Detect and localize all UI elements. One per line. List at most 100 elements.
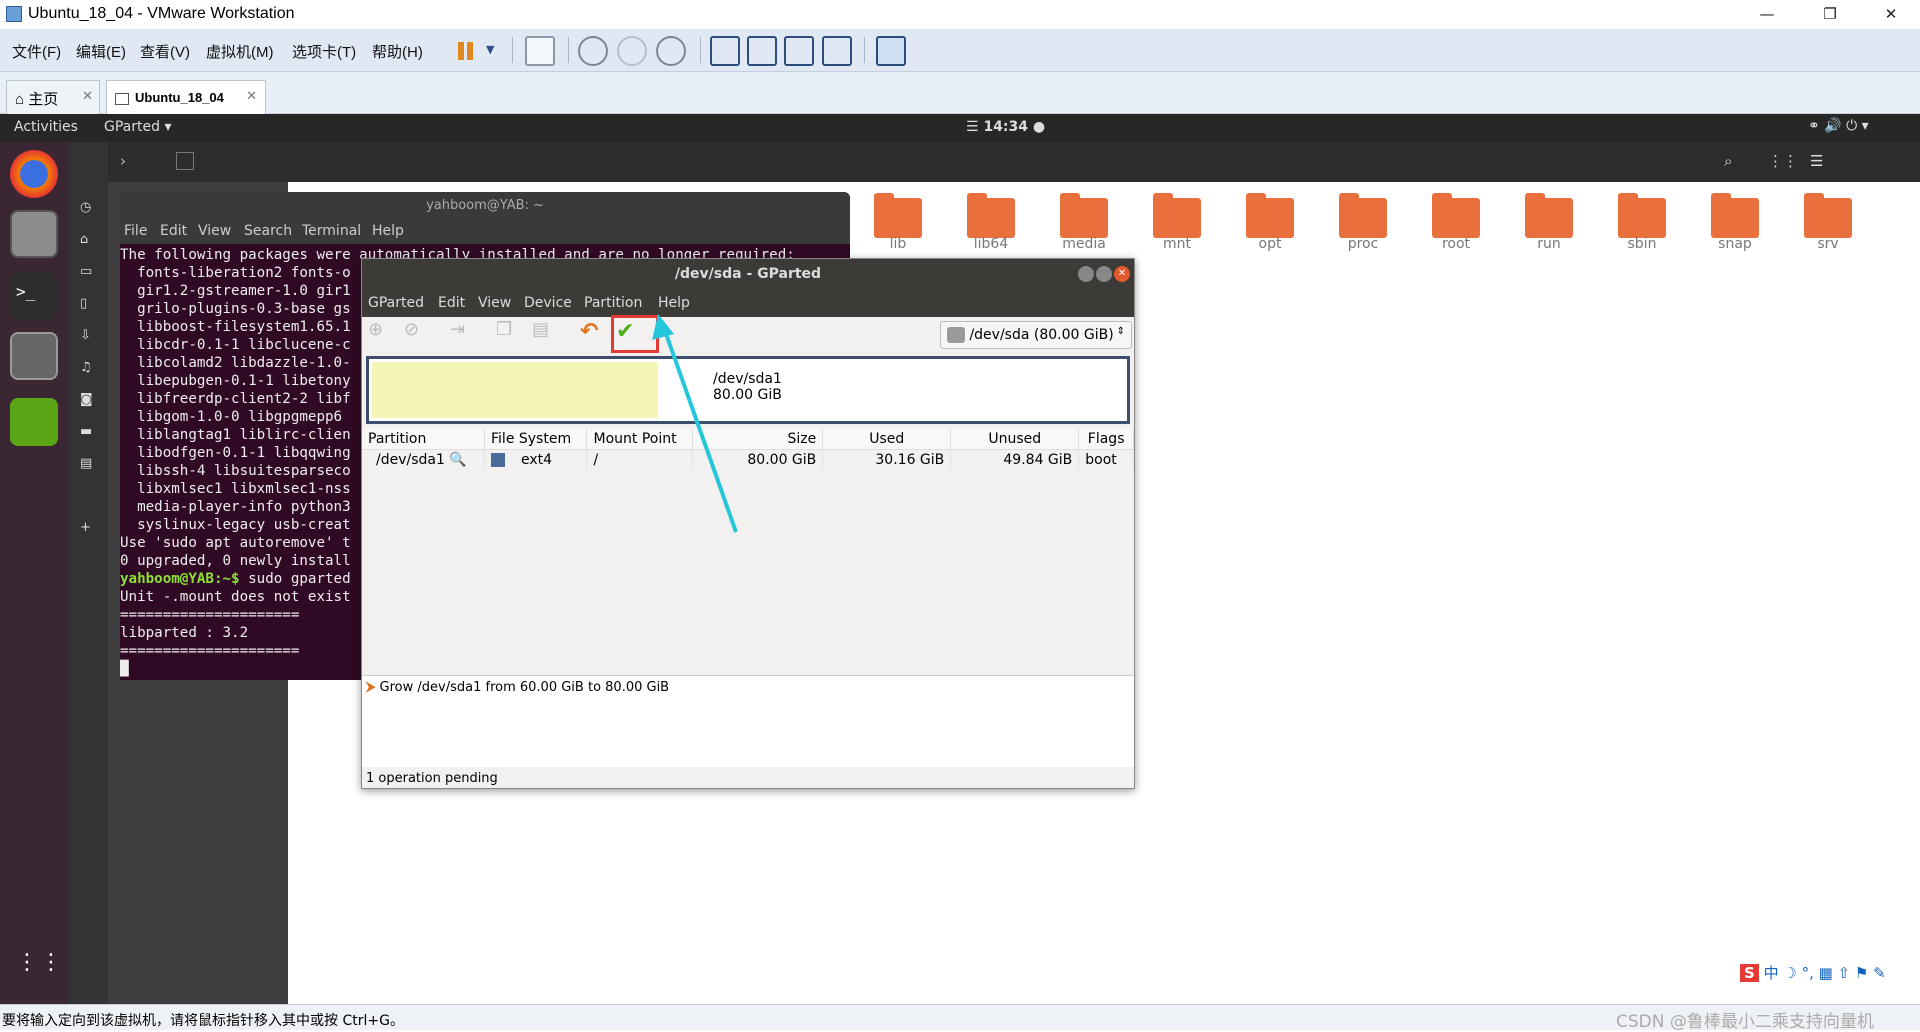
list-item[interactable]: ⮞ Grow /dev/sda1 from 60.00 GiB to 80.00… bbox=[362, 676, 1134, 699]
resize-partition-icon[interactable]: ⇥ bbox=[450, 319, 478, 347]
window-title: Ubuntu_18_04 - VMware Workstation bbox=[28, 5, 295, 22]
clock[interactable]: ☰ 14:34 ● bbox=[966, 119, 1045, 135]
pause-icon[interactable] bbox=[452, 36, 482, 66]
grow-icon: ⮞ bbox=[366, 680, 376, 695]
menu-vm[interactable]: 虚拟机(M) bbox=[206, 41, 274, 62]
close-button[interactable]: ✕ bbox=[1868, 0, 1914, 29]
places-icons[interactable]: ◷ ⌂ ▭ ▯ ⇩ ♫ ◙ ▬ ▤ + bbox=[80, 192, 93, 544]
vmware-menubar: 文件(F) 编辑(E) 查看(V) 虚拟机(M) 选项卡(T) 帮助(H) ▼ bbox=[0, 29, 1920, 72]
send-keys-icon[interactable] bbox=[525, 36, 555, 66]
activities-button[interactable]: Activities bbox=[14, 119, 78, 135]
app-menu[interactable]: GParted ▾ bbox=[104, 119, 171, 135]
snapshot-icon[interactable] bbox=[578, 36, 608, 66]
gparted-menu-device[interactable]: Device bbox=[524, 295, 572, 311]
chevron-updown-icon: ⇕ bbox=[1116, 326, 1125, 337]
folder-icon[interactable] bbox=[1432, 193, 1480, 238]
location-icon[interactable] bbox=[176, 152, 194, 170]
cell-flags: boot bbox=[1078, 449, 1134, 470]
close-icon[interactable]: ✕ bbox=[82, 88, 93, 104]
terminal-menu-terminal[interactable]: Terminal bbox=[302, 223, 361, 239]
col-flags[interactable]: Flags bbox=[1078, 429, 1134, 450]
folder-icon[interactable] bbox=[1711, 193, 1759, 238]
col-unused[interactable]: Unused bbox=[950, 429, 1080, 450]
menu-file[interactable]: 文件(F) bbox=[12, 41, 61, 62]
sogou-icon: S bbox=[1740, 964, 1759, 982]
unity-icon[interactable] bbox=[822, 36, 852, 66]
hamburger-menu-icon[interactable]: ☰ bbox=[1810, 152, 1823, 170]
gparted-menu-edit[interactable]: Edit bbox=[438, 295, 465, 311]
files-sidebar: ◷ ⌂ ▭ ▯ ⇩ ♫ ◙ ▬ ▤ + bbox=[68, 142, 108, 1004]
library-icon[interactable] bbox=[876, 36, 906, 66]
menu-view[interactable]: 查看(V) bbox=[140, 41, 190, 62]
menu-edit[interactable]: 编辑(E) bbox=[76, 41, 126, 62]
folder-label: mnt bbox=[1163, 236, 1191, 252]
sidebar-view-icon[interactable] bbox=[710, 36, 740, 66]
col-filesystem[interactable]: File System bbox=[484, 429, 588, 450]
terminal-menu-file[interactable]: File bbox=[124, 223, 147, 239]
revert-snapshot-icon[interactable] bbox=[617, 36, 647, 66]
ime-toolbar[interactable]: S 中 ☽ °, ▦ ⇧ ⚑ ✎ bbox=[1740, 962, 1916, 988]
snapshot-manager-icon[interactable] bbox=[656, 36, 686, 66]
terminal-menubar: File Edit View Search Terminal Help bbox=[120, 220, 850, 244]
view-options-icon[interactable]: ⋮⋮ bbox=[1768, 152, 1798, 170]
console-view-icon[interactable] bbox=[747, 36, 777, 66]
gparted-status: 1 operation pending bbox=[366, 771, 498, 786]
gparted-menu-help[interactable]: Help bbox=[658, 295, 690, 311]
firefox-icon[interactable] bbox=[10, 150, 58, 198]
system-tray[interactable]: ⚭ 🔊 ⏻ ▾ bbox=[1808, 118, 1869, 134]
nvidia-icon[interactable] bbox=[10, 398, 58, 446]
folder-label: run bbox=[1537, 236, 1561, 252]
folder-icon[interactable] bbox=[1804, 193, 1852, 238]
gparted-icon[interactable] bbox=[10, 332, 58, 380]
device-selector[interactable]: /dev/sda (80.00 GiB) ⇕ bbox=[940, 321, 1132, 349]
vmware-app-icon bbox=[6, 6, 22, 22]
clock-label: 14:34 bbox=[983, 119, 1029, 135]
fullscreen-icon[interactable] bbox=[784, 36, 814, 66]
col-used[interactable]: Used bbox=[822, 429, 952, 450]
gparted-menu-gparted[interactable]: GParted bbox=[368, 295, 424, 311]
folder-icon[interactable] bbox=[1246, 193, 1294, 238]
folder-icon[interactable] bbox=[1618, 193, 1666, 238]
copy-icon[interactable]: ❐ bbox=[496, 319, 524, 347]
cell-unused: 49.84 GiB bbox=[950, 449, 1080, 470]
search-icon[interactable]: ⌕ bbox=[1724, 152, 1732, 170]
statusbar-hint: 要将输入定向到该虚拟机，请将鼠标指针移入其中或按 Ctrl+G。 bbox=[2, 1013, 404, 1029]
delete-partition-icon[interactable]: ⊘ bbox=[404, 319, 432, 347]
new-partition-icon[interactable]: ⊕ bbox=[368, 319, 396, 347]
maximize-icon[interactable] bbox=[1096, 266, 1112, 282]
tab-home[interactable]: ⌂ 主页 ✕ bbox=[6, 80, 100, 114]
menu-help[interactable]: 帮助(H) bbox=[372, 41, 423, 62]
chevron-down-icon[interactable]: ▼ bbox=[486, 43, 494, 56]
gparted-menu-partition[interactable]: Partition bbox=[584, 295, 642, 311]
col-partition[interactable]: Partition bbox=[362, 429, 485, 450]
undo-icon[interactable]: ↶ bbox=[580, 319, 608, 347]
operation-text: Grow /dev/sda1 from 60.00 GiB to 80.00 G… bbox=[379, 680, 670, 695]
folder-icon[interactable] bbox=[1339, 193, 1387, 238]
folder-icon[interactable] bbox=[874, 193, 922, 238]
filesystem-color-swatch bbox=[491, 453, 505, 467]
close-icon[interactable]: ✕ bbox=[246, 88, 257, 104]
folder-label: proc bbox=[1347, 236, 1379, 252]
terminal-menu-help[interactable]: Help bbox=[372, 223, 404, 239]
terminal-menu-search[interactable]: Search bbox=[244, 223, 292, 239]
terminal-icon[interactable]: >_ bbox=[10, 272, 58, 320]
restore-button[interactable]: ❐ bbox=[1807, 0, 1853, 29]
forward-icon[interactable]: › bbox=[120, 152, 126, 170]
folder-icon[interactable] bbox=[1525, 193, 1573, 238]
device-size: (80.00 GiB) bbox=[1033, 327, 1114, 343]
paste-icon[interactable]: ▤ bbox=[532, 319, 560, 347]
minimize-button[interactable]: — bbox=[1744, 0, 1790, 29]
minimize-icon[interactable] bbox=[1078, 266, 1094, 282]
folder-icon[interactable] bbox=[1060, 193, 1108, 238]
tab-vm[interactable]: Ubuntu_18_04 ✕ bbox=[106, 80, 266, 114]
close-icon[interactable]: ✕ bbox=[1114, 266, 1130, 282]
terminal-menu-edit[interactable]: Edit bbox=[160, 223, 187, 239]
gparted-menu-view[interactable]: View bbox=[478, 295, 511, 311]
terminal-menu-view[interactable]: View bbox=[198, 223, 231, 239]
folder-icon[interactable] bbox=[1153, 193, 1201, 238]
menu-tabs[interactable]: 选项卡(T) bbox=[292, 41, 356, 62]
folder-icon[interactable] bbox=[967, 193, 1015, 238]
ubuntu-dock: >_ ⋮⋮⋮ bbox=[0, 142, 86, 1004]
terminal-title: yahboom@YAB: ~ bbox=[120, 192, 850, 220]
files-icon[interactable] bbox=[10, 210, 58, 258]
